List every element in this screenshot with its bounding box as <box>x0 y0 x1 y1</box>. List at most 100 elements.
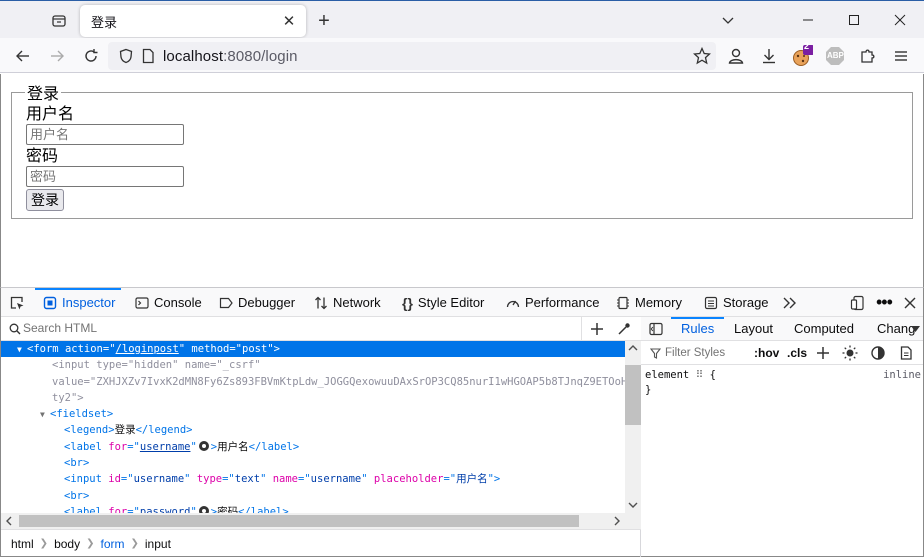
hidden-input-value: value="ZXHJXZv7IvxK2dMN8Fy6Zs893FBVmKtpL… <box>52 375 625 388</box>
gear-icon[interactable] <box>198 505 209 513</box>
class-toggle[interactable]: .cls <box>787 346 807 360</box>
markup-node-br[interactable]: <br> <box>1 488 625 504</box>
expand-triangle-icon[interactable]: ▼ <box>17 342 27 358</box>
login-submit-button[interactable]: 登录 <box>26 189 64 211</box>
extension-cookie-button[interactable]: 2 <box>789 41 815 69</box>
bookmark-star-icon[interactable] <box>693 47 711 65</box>
add-node-plus-icon[interactable] <box>590 322 604 336</box>
hover-pseudo-toggle[interactable]: :hov <box>754 346 779 360</box>
close-devtools-button[interactable] <box>904 288 916 317</box>
url-bar[interactable]: localhost:8080/login <box>108 42 716 70</box>
input-placeholder-value: 用户名 <box>456 473 488 486</box>
markup-node-legend[interactable]: <legend>登录</legend> <box>1 422 625 438</box>
hidden-input-value-end: ty2"> <box>52 391 84 404</box>
network-icon <box>315 296 327 309</box>
add-rule-plus-icon[interactable] <box>816 346 830 360</box>
minimize-button[interactable] <box>786 1 830 39</box>
rule-close-brace: } <box>645 384 652 396</box>
tab-console[interactable]: Console <box>135 288 202 317</box>
markup-node-label-username[interactable]: <label for="username" >用户名</label> <box>1 439 625 455</box>
console-icon <box>135 296 149 309</box>
tab-network[interactable]: Network <box>314 288 381 317</box>
reload-button[interactable] <box>78 43 104 69</box>
markup-node-input-username[interactable]: <input id="username" type="text" name="u… <box>1 471 625 487</box>
markup-node-form[interactable]: ▼ <form action="/loginpost" method="post"… <box>1 341 625 358</box>
dark-mode-contrast-icon[interactable] <box>871 346 885 360</box>
label-username-text: 用户名 <box>217 440 249 453</box>
breadcrumb-form[interactable]: form <box>100 537 124 551</box>
close-window-button[interactable] <box>878 1 922 39</box>
username-input[interactable] <box>26 124 184 145</box>
scroll-left-arrow-icon[interactable] <box>5 516 13 526</box>
breadcrumb-html[interactable]: html <box>11 537 34 551</box>
rules-list: element ⠿ { inline } <box>645 369 921 396</box>
light-mode-sun-icon[interactable] <box>842 345 858 361</box>
search-html-input[interactable]: Search HTML <box>23 321 97 335</box>
markup-node-fieldset[interactable]: ▼ <fieldset> <box>1 406 625 422</box>
element-picker-button[interactable] <box>9 288 25 317</box>
downloads-button[interactable] <box>756 43 782 69</box>
eyedropper-icon[interactable] <box>617 322 631 336</box>
breadcrumb-input[interactable]: input <box>145 537 171 551</box>
reload-icon <box>85 49 98 62</box>
forward-button[interactable] <box>44 43 70 69</box>
expand-triangle-icon[interactable]: ▼ <box>40 407 50 423</box>
toggle-panel-icon[interactable] <box>649 322 663 336</box>
fieldset-tag: <fieldset> <box>50 408 114 421</box>
tab-changes[interactable]: Chang <box>877 317 915 341</box>
page-info-icon[interactable] <box>140 48 156 64</box>
tab-storage[interactable]: Storage <box>704 288 769 317</box>
app-menu-button[interactable] <box>888 43 914 69</box>
password-input[interactable] <box>26 166 184 187</box>
tab-computed[interactable]: Computed <box>794 317 854 341</box>
inline-source-label[interactable]: inline <box>883 369 921 381</box>
markup-vertical-scroll-thumb[interactable] <box>625 365 641 425</box>
close-tab-icon[interactable]: ✕ <box>278 10 300 32</box>
tab-style-editor[interactable]: {} Style Editor <box>402 288 484 317</box>
tab-debugger[interactable]: Debugger <box>219 288 295 317</box>
tab-bar: 登录 ✕ + <box>0 0 924 38</box>
tab-rules[interactable]: Rules <box>670 317 725 341</box>
scroll-right-arrow-icon[interactable] <box>613 516 621 526</box>
dock-options-button[interactable] <box>850 288 866 317</box>
form-action-attr: action <box>64 343 103 355</box>
storage-icon <box>704 296 718 309</box>
breadcrumb-body[interactable]: body <box>54 537 80 551</box>
new-tab-button[interactable]: + <box>313 10 335 32</box>
gear-icon[interactable] <box>198 440 209 451</box>
markup-hidden-value-end: ty2"> <box>1 390 625 406</box>
shield-icon[interactable] <box>118 48 134 64</box>
devtools-menu-button[interactable]: ••• <box>876 288 893 317</box>
more-tools-button[interactable] <box>782 288 798 317</box>
label-password-for[interactable]: password <box>140 506 191 513</box>
more-dots-icon: ••• <box>876 292 893 312</box>
tab-overflow-chevron-icon[interactable] <box>706 1 750 39</box>
url-text[interactable]: localhost:8080/login <box>163 48 298 65</box>
markup-node-br[interactable]: <br> <box>1 455 625 471</box>
form-action-value[interactable]: /loginpost <box>116 343 179 355</box>
tab-list-button[interactable] <box>48 10 70 32</box>
breadcrumb-separator-icon: ❯ <box>130 538 139 549</box>
label-username-for[interactable]: username <box>140 441 191 453</box>
markup-node-hidden-input[interactable]: <input type="hidden" name="_csrf" <box>1 357 625 373</box>
tab-layout[interactable]: Layout <box>734 317 773 341</box>
print-media-document-icon[interactable] <box>899 346 913 360</box>
maximize-button[interactable] <box>832 1 876 39</box>
back-button[interactable] <box>10 43 36 69</box>
markup-node-label-password[interactable]: <label for="password" >密码</label> <box>1 504 625 513</box>
account-button[interactable] <box>723 43 749 69</box>
scroll-down-arrow-icon[interactable] <box>628 501 638 509</box>
markup-horizontal-scroll-thumb[interactable] <box>19 515 579 527</box>
rule-open-brace: { <box>709 369 716 381</box>
adblock-button[interactable]: ABP <box>822 43 848 69</box>
filter-styles-input[interactable]: Filter Styles <box>665 347 725 359</box>
element-rule-selector: element <box>645 369 690 381</box>
tab-memory[interactable]: Memory <box>616 288 682 317</box>
tab-style-editor-label: Style Editor <box>417 295 485 310</box>
scroll-up-arrow-icon[interactable] <box>628 344 638 352</box>
tab-login[interactable]: 登录 ✕ <box>80 5 306 37</box>
tabs-dropdown-icon[interactable] <box>911 326 920 332</box>
tab-performance[interactable]: Performance <box>506 288 599 317</box>
tab-inspector[interactable]: Inspector <box>34 288 123 317</box>
extensions-button[interactable] <box>855 43 881 69</box>
